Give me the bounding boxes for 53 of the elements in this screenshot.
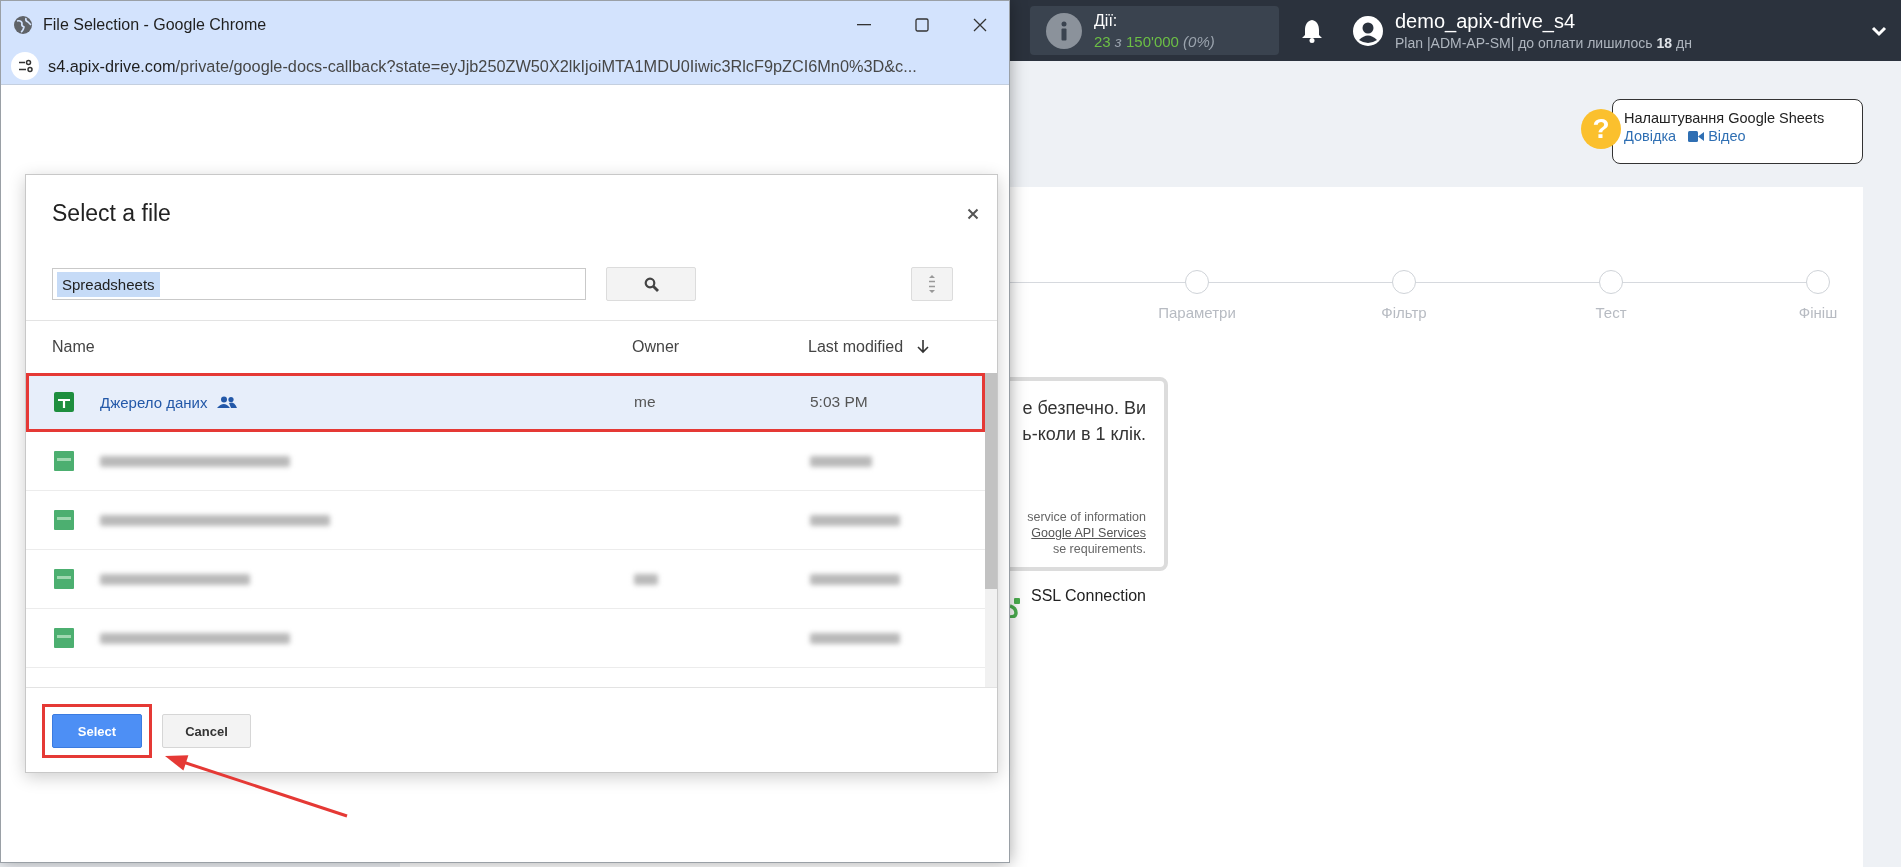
chevron-down-icon[interactable]: [1871, 24, 1887, 37]
spreadsheet-icon: [54, 569, 74, 589]
notice-small-text: se requirements.: [1052, 541, 1146, 557]
actions-label: Дії:: [1094, 11, 1119, 30]
column-header[interactable]: Last modified: [808, 338, 904, 356]
scrollbar[interactable]: [985, 373, 997, 687]
notice-small-text: service of information: [1027, 509, 1146, 525]
step-label: Фініш: [1798, 304, 1838, 321]
column-header[interactable]: Owner: [632, 338, 808, 356]
help-link[interactable]: Відео: [1688, 128, 1746, 144]
dialog-title: Select a file: [52, 200, 171, 227]
minimize-icon: [857, 23, 871, 26]
plan-info: Plan |ADM-AP-SM| до оплати лишилось 18 дн: [1395, 35, 1692, 51]
close-icon: [973, 17, 987, 32]
spreadsheet-icon: [54, 628, 74, 648]
file-name: Джерело даних: [100, 393, 208, 411]
site-settings-icon[interactable]: [11, 52, 39, 80]
cancel-button[interactable]: Cancel: [162, 714, 251, 748]
user-name: demo_apix-drive_s4: [1395, 10, 1577, 33]
column-header[interactable]: Name: [52, 338, 632, 356]
info-icon: [1046, 12, 1082, 49]
search-button[interactable]: [606, 267, 696, 301]
globe-icon: [13, 14, 33, 35]
step-label: Параметри: [1158, 304, 1236, 321]
ssl-label: SSL Connection: [1030, 587, 1146, 605]
bell-icon[interactable]: [1301, 18, 1323, 43]
blurred-text: [634, 573, 658, 585]
search-field[interactable]: Spreadsheets: [52, 268, 586, 300]
notice-text: ь-коли в 1 клік.: [1022, 423, 1146, 446]
spreadsheet-icon: [54, 451, 74, 471]
notice-text: е безпечно. Ви: [1022, 397, 1146, 420]
spreadsheet-icon: [54, 510, 74, 530]
arrow-down-icon[interactable]: [917, 340, 930, 354]
step-label: Фільтр: [1381, 304, 1427, 321]
search-icon: [643, 276, 659, 292]
window-title: File Selection - Google Chrome: [43, 15, 267, 34]
file-row[interactable]: Джерело даних me 5:03 PM: [26, 373, 985, 432]
video-camera-icon: [1688, 130, 1705, 142]
close-icon[interactable]: [967, 207, 979, 220]
blurred-text: [810, 455, 872, 467]
help-title: Налаштування Google Sheets: [1624, 110, 1826, 126]
actions-usage: 23 з 150'000 (0%): [1094, 32, 1215, 50]
plug-icon: [1010, 596, 1022, 618]
people-icon: [217, 396, 238, 408]
owner-cell-text: me: [634, 393, 657, 411]
maximize-icon: [915, 17, 929, 32]
sort-icon: [926, 275, 938, 293]
step-label: Тест: [1595, 304, 1627, 321]
spreadsheet-icon: [54, 392, 74, 412]
policy-link[interactable]: Google API Services: [1031, 525, 1146, 541]
help-link[interactable]: Довідка: [1624, 128, 1677, 144]
modified-cell-text: 5:03 PM: [810, 393, 869, 411]
avatar-icon[interactable]: [1353, 15, 1383, 46]
